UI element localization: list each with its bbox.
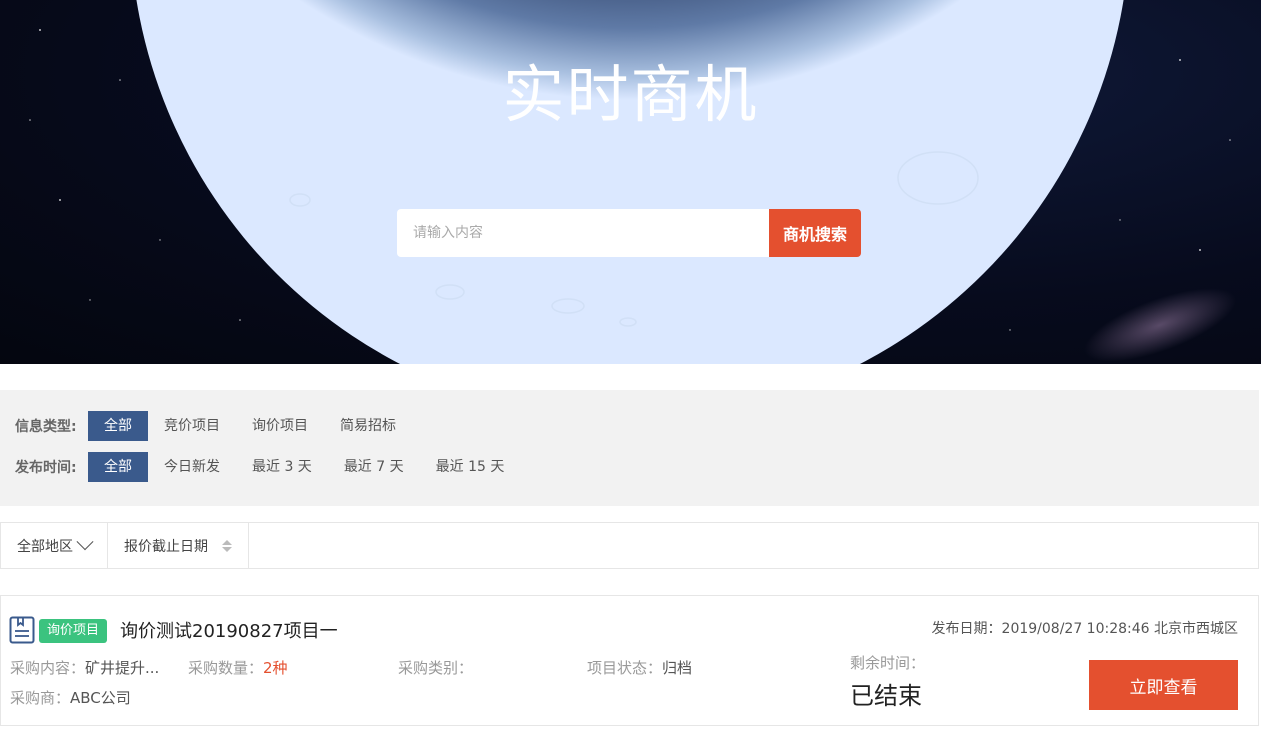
view-now-button[interactable]: 立即查看 — [1089, 660, 1238, 710]
filter-label: 发布时间: — [15, 460, 77, 476]
project-status: 项目状态：归档 — [587, 657, 692, 678]
filter-time-7-days[interactable]: 最近 7 天 — [328, 452, 420, 482]
remaining-time-label: 剩余时间： — [850, 654, 926, 672]
filter-row-publish-time: 发布时间: 全部 今日新发 最近 3 天 最近 7 天 最近 15 天 — [0, 452, 1259, 482]
region-dropdown-label: 全部地区 — [17, 538, 73, 555]
publish-date: 发布日期：2019/08/27 10:28:46 北京市西城区 — [931, 621, 1238, 637]
project-status-label: 项目状态： — [587, 659, 663, 677]
purchase-quantity-value: 2种 — [263, 659, 288, 677]
filter-row-info-type: 信息类型: 全部 竞价项目 询价项目 简易招标 — [0, 411, 1259, 441]
filter-info-type-all[interactable]: 全部 — [88, 411, 148, 441]
filter-info-type-simple-tender[interactable]: 简易招标 — [324, 411, 412, 441]
status-badge: 询价项目 — [39, 619, 108, 643]
search-button[interactable]: 商机搜索 — [769, 209, 861, 257]
chevron-down-icon — [76, 532, 94, 550]
filter-panel: 信息类型: 全部 竞价项目 询价项目 简易招标 发布时间: 全部 今日新发 最近… — [0, 390, 1259, 506]
search-input[interactable] — [397, 209, 769, 257]
sort-arrows-icon — [222, 539, 232, 552]
document-icon — [9, 616, 35, 644]
project-status-value: 归档 — [662, 659, 693, 677]
buyer-label: 采购商： — [10, 689, 71, 707]
filter-label: 信息类型: — [15, 419, 77, 435]
filter-info-type-bidding[interactable]: 竞价项目 — [148, 411, 236, 441]
sort-by-deadline[interactable]: 报价截止日期 — [108, 523, 249, 568]
hero-banner: 实时商机 商机搜索 — [0, 0, 1261, 364]
purchase-content: 采购内容：矿井提升... — [10, 657, 159, 678]
region-dropdown[interactable]: 全部地区 — [1, 523, 108, 568]
buyer-value: ABC公司 — [70, 689, 131, 707]
filter-time-3-days[interactable]: 最近 3 天 — [236, 452, 328, 482]
filter-info-type-inquiry[interactable]: 询价项目 — [236, 411, 324, 441]
sort-by-deadline-label: 报价截止日期 — [124, 538, 208, 555]
purchase-category: 采购类别： — [398, 657, 473, 678]
filter-time-15-days[interactable]: 最近 15 天 — [420, 452, 521, 482]
sort-bar: 全部地区 报价截止日期 — [0, 522, 1259, 569]
purchase-content-value: 矿井提升... — [85, 659, 160, 677]
filter-time-today[interactable]: 今日新发 — [148, 452, 236, 482]
filter-time-all[interactable]: 全部 — [88, 452, 148, 482]
purchase-content-label: 采购内容： — [10, 659, 86, 677]
list-item: 询价项目 询价测试20190827项目一 发布日期：2019/08/27 10:… — [0, 595, 1259, 726]
buyer: 采购商：ABC公司 — [10, 687, 131, 708]
purchase-quantity-label: 采购数量： — [188, 659, 264, 677]
page-title: 实时商机 — [502, 58, 759, 131]
remaining-time-value: 已结束 — [850, 682, 922, 710]
search-bar: 商机搜索 — [397, 209, 861, 257]
purchase-quantity: 采购数量：2种 — [188, 657, 288, 678]
purchase-category-label: 采购类别： — [398, 659, 474, 677]
listing-title[interactable]: 询价测试20190827项目一 — [120, 617, 338, 643]
